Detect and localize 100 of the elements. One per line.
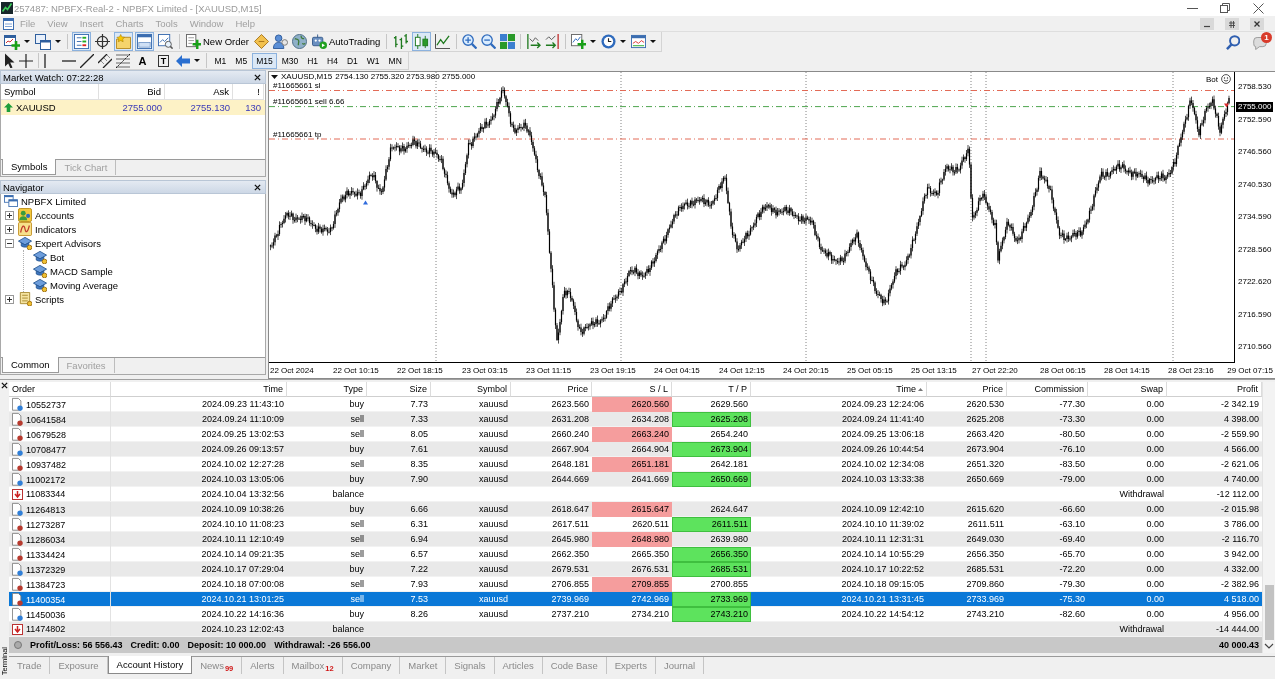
- windows-icon[interactable]: [35, 33, 51, 50]
- tree-item[interactable]: Accounts: [35, 209, 75, 221]
- tester-button[interactable]: [156, 32, 175, 51]
- autotrading-button[interactable]: AutoTrading: [308, 32, 384, 51]
- table-row[interactable]: 11474802 2024.10.23 12:02:43 balance Withdrawal -14 444.00: [9, 622, 1262, 637]
- caret-icon[interactable]: [620, 40, 627, 43]
- auto-scroll-icon[interactable]: [545, 34, 561, 49]
- caret-icon[interactable]: [590, 40, 597, 43]
- candlestick-button[interactable]: [412, 32, 432, 51]
- column-header[interactable]: Size: [409, 384, 427, 394]
- expand-icon[interactable]: [5, 210, 14, 220]
- new-chart-icon[interactable]: [4, 33, 20, 50]
- table-row[interactable]: 11286034 2024.10.11 12:10:49 sell 6.94 xauusd 2645.980 2648.980 2639.980 2024.10.11 12:31:31 2649.030 -69.40 0.00 -2 116.70: [9, 532, 1262, 547]
- template-icon[interactable]: [631, 34, 647, 49]
- collapse-icon[interactable]: [5, 238, 14, 248]
- search-icon[interactable]: [1226, 34, 1240, 50]
- scroll-thumb[interactable]: [1264, 585, 1274, 640]
- close-icon[interactable]: [1, 382, 8, 389]
- indicator-add-icon[interactable]: [571, 34, 587, 49]
- timeframe-button[interactable]: M15: [252, 52, 277, 69]
- crosshair-icon[interactable]: [19, 53, 33, 68]
- expand-icon[interactable]: [5, 224, 14, 234]
- timeframe-button[interactable]: MN: [384, 52, 406, 69]
- column-header[interactable]: T / P: [728, 384, 747, 394]
- timeframe-button[interactable]: H1: [303, 52, 323, 69]
- zoom-out-icon[interactable]: [481, 34, 497, 49]
- trend-line-icon[interactable]: [80, 53, 94, 68]
- person-icon[interactable]: [272, 34, 288, 49]
- arrow-icon[interactable]: [176, 53, 190, 68]
- bar-chart-button[interactable]: [391, 32, 411, 51]
- table-cell-text: -83.50: [1058, 458, 1086, 471]
- close-icon[interactable]: [254, 183, 261, 191]
- caret-icon[interactable]: [194, 59, 200, 62]
- table-row[interactable]: 10708477 2024.09.26 09:13:57 buy 7.61 xauusd 2667.904 2664.904 2673.904 2024.09.26 10:44:54 2673.904 -76.10 0.00 4 566.00: [9, 442, 1262, 457]
- minimize-icon[interactable]: [1187, 7, 1198, 9]
- clock-icon[interactable]: [601, 34, 617, 49]
- tile-windows-icon[interactable]: [500, 34, 516, 49]
- globe-icon[interactable]: [291, 34, 307, 49]
- terminal-button[interactable]: [135, 32, 154, 51]
- table-row[interactable]: 11264813 2024.10.09 10:38:26 buy 6.66 xauusd 2618.647 2615.647 2624.647 2024.10.09 12:42:10 2615.620 -66.60 0.00 -2 015.98: [9, 502, 1262, 517]
- column-header[interactable]: Price: [982, 384, 1003, 394]
- panel-tab[interactable]: Common: [2, 357, 59, 373]
- text-tool-button[interactable]: A: [133, 52, 152, 69]
- window-list-button[interactable]: [72, 32, 91, 51]
- diamond-icon[interactable]: [253, 34, 269, 49]
- column-header[interactable]: Swap: [1140, 384, 1163, 394]
- scrollbar[interactable]: [1262, 382, 1275, 653]
- timeframe-button[interactable]: M1: [210, 52, 231, 69]
- timeframe-button[interactable]: W1: [362, 52, 384, 69]
- cursor-icon[interactable]: [4, 53, 15, 68]
- close-icon[interactable]: [1253, 2, 1264, 14]
- column-header[interactable]: Type: [343, 384, 363, 394]
- tree-item[interactable]: Scripts: [35, 293, 65, 305]
- column-header[interactable]: Price: [567, 384, 588, 394]
- tree-item[interactable]: Bot: [50, 251, 65, 263]
- terminal-tab[interactable]: Account History: [107, 656, 193, 674]
- vertical-line-icon[interactable]: [44, 53, 46, 68]
- symbol-row[interactable]: XAUUSD 2755.000 2755.130 130: [1, 100, 265, 115]
- column-header[interactable]: Time: [896, 384, 916, 394]
- table-row[interactable]: 10641584 2024.09.24 11:10:09 sell 7.33 xauusd 2631.208 2634.208 2625.208 2024.09.24 11:41:40 2625.208 -73.30 0.00 4 398.00: [9, 412, 1262, 427]
- restore-icon[interactable]: [1225, 17, 1239, 30]
- summary-text: Profit/Loss: 56 556.43: [30, 640, 123, 650]
- tree-item[interactable]: MACD Sample: [50, 265, 113, 277]
- column-header[interactable]: Commission: [1034, 384, 1084, 394]
- maximize-icon[interactable]: [1220, 3, 1230, 13]
- chart-shift-icon[interactable]: [526, 34, 542, 49]
- column-header[interactable]: Symbol: [477, 384, 507, 394]
- crosshair-button[interactable]: [93, 32, 112, 51]
- table-row[interactable]: 11002172 2024.10.03 13:05:06 buy 7.90 xauusd 2644.669 2641.669 2650.669 2024.10.03 13:33:38 2650.669 -79.00 0.00 4 740.00: [9, 472, 1262, 487]
- timeframe-button[interactable]: M5: [231, 52, 252, 69]
- minimize-icon[interactable]: [1200, 17, 1214, 30]
- timeframe-button[interactable]: D1: [342, 52, 362, 69]
- panel-tab[interactable]: Symbols: [2, 159, 57, 175]
- timeframe-button[interactable]: H4: [323, 52, 342, 69]
- zoom-in-icon[interactable]: [462, 34, 478, 49]
- tree-item[interactable]: Expert Advisors: [35, 237, 101, 249]
- caret-icon[interactable]: [650, 40, 657, 43]
- column-header[interactable]: Profit: [1237, 384, 1258, 394]
- horizontal-line-icon[interactable]: [62, 59, 76, 62]
- line-chart-button[interactable]: [433, 32, 453, 51]
- column-header[interactable]: S / L: [649, 384, 668, 394]
- dropdown-arrow-icon[interactable]: [271, 74, 278, 79]
- column-header[interactable]: Time: [263, 384, 283, 394]
- table-row[interactable]: 11372329 2024.10.17 07:29:04 buy 7.22 xauusd 2679.531 2676.531 2685.531 2024.10.17 10:22:52 2685.531 -72.20 0.00 4 332.00: [9, 562, 1262, 577]
- tree-item[interactable]: Moving Average: [50, 279, 118, 291]
- fibonacci-icon[interactable]: [116, 53, 130, 68]
- tree-item[interactable]: Indicators: [35, 223, 77, 235]
- table-row[interactable]: 11400354 2024.10.21 13:01:25 sell 7.53 xauusd 2739.969 2742.969 2733.969 2024.10.21 13:31:45 2733.969 -75.30 0.00 4 518.00: [9, 592, 1262, 607]
- caret-icon[interactable]: [55, 40, 61, 43]
- expand-icon[interactable]: [5, 294, 14, 304]
- channel-icon[interactable]: [98, 53, 112, 68]
- close-icon[interactable]: [254, 73, 261, 81]
- column-header[interactable]: Order: [12, 384, 35, 394]
- new-order-button[interactable]: New Order: [183, 32, 252, 51]
- timeframe-button[interactable]: M30: [277, 52, 303, 69]
- caret-icon[interactable]: [24, 40, 30, 43]
- close-icon[interactable]: [1250, 17, 1264, 30]
- scroll-down-icon[interactable]: [1264, 643, 1274, 649]
- table-cell-text: 0.00: [1145, 413, 1165, 426]
- tree-item[interactable]: NPBFX Limited: [21, 195, 86, 207]
